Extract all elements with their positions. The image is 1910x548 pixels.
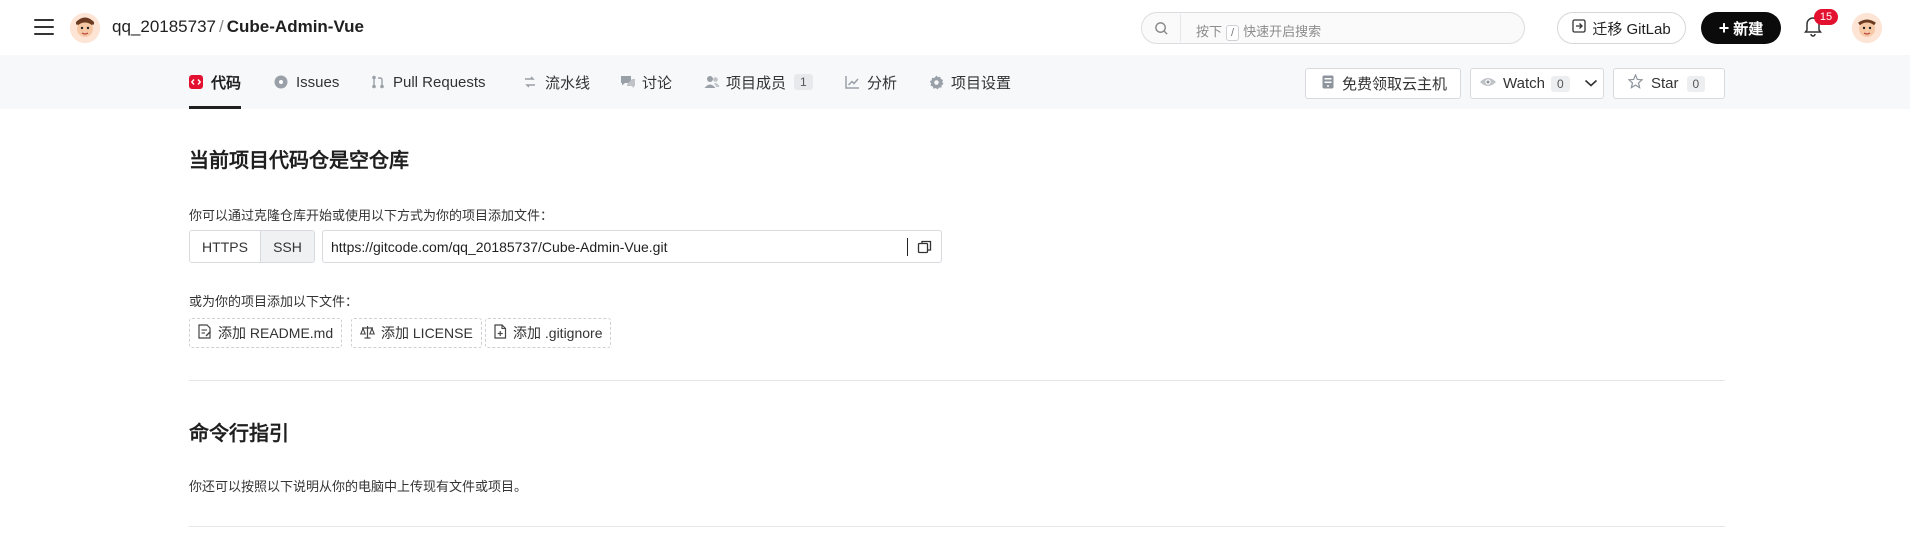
- tab-pipelines-label: 流水线: [545, 74, 591, 92]
- cli-guide-description: 你还可以按照以下说明从你的电脑中上传现有文件或项目。: [189, 479, 528, 494]
- tab-settings-label: 项目设置: [951, 74, 1012, 92]
- tab-discussions[interactable]: 讨论: [620, 55, 672, 109]
- tab-pull-requests[interactable]: Pull Requests: [371, 55, 486, 109]
- tab-pull-requests-label: Pull Requests: [393, 73, 486, 91]
- protocol-https-button[interactable]: HTTPS: [190, 231, 260, 262]
- pull-request-icon: [371, 75, 385, 89]
- pipeline-icon: [523, 75, 537, 89]
- breadcrumb-separator: /: [219, 17, 224, 36]
- scale-icon: [359, 325, 376, 342]
- search-placeholder: 按下 / 快速开启搜索: [1196, 24, 1322, 41]
- user-avatar[interactable]: [1852, 13, 1882, 43]
- text-cursor: [907, 238, 908, 256]
- chevron-down-icon[interactable]: [1584, 75, 1598, 92]
- repo-tab-bar: 代码 Issues Pull Requests 流水线 讨论 项目成员 1 分析…: [0, 55, 1910, 109]
- plus-icon: +: [1718, 18, 1730, 38]
- members-count-badge: 1: [794, 74, 813, 90]
- tab-members[interactable]: 项目成员 1: [704, 55, 813, 109]
- search-shortcut-key: /: [1226, 25, 1240, 41]
- import-icon: [1572, 19, 1586, 37]
- clone-url-field[interactable]: https://gitcode.com/qq_20185737/Cube-Adm…: [322, 230, 942, 263]
- tab-analytics[interactable]: 分析: [845, 55, 897, 109]
- search-input[interactable]: 按下 / 快速开启搜索: [1141, 12, 1525, 44]
- tab-issues-label: Issues: [296, 73, 340, 91]
- watch-label: Watch: [1503, 75, 1545, 92]
- document-edit-icon: [198, 324, 212, 342]
- tab-code-label: 代码: [211, 74, 242, 92]
- clone-url-value: https://gitcode.com/qq_20185737/Cube-Adm…: [331, 239, 668, 255]
- menu-icon[interactable]: [34, 17, 54, 37]
- star-label: Star: [1651, 75, 1679, 92]
- watch-button[interactable]: Watch 0: [1470, 68, 1604, 99]
- free-cloud-host-button[interactable]: 免费领取云主机: [1305, 68, 1461, 99]
- section-divider: [189, 380, 1725, 381]
- star-count-badge: 0: [1686, 75, 1706, 92]
- add-gitignore-button[interactable]: 添加 .gitignore: [485, 318, 612, 348]
- cli-guide-title: 命令行指引: [189, 423, 289, 445]
- copy-icon[interactable]: [917, 239, 933, 255]
- breadcrumb: qq_20185737/Cube-Admin-Vue: [112, 17, 364, 37]
- tab-issues[interactable]: Issues: [274, 55, 339, 109]
- tab-settings[interactable]: 项目设置: [929, 55, 1011, 109]
- discussion-icon: [620, 75, 635, 89]
- tab-pipelines[interactable]: 流水线: [523, 55, 590, 109]
- tab-members-label: 项目成员: [726, 74, 787, 92]
- breadcrumb-owner[interactable]: qq_20185737: [112, 17, 216, 36]
- empty-repo-title: 当前项目代码仓是空仓库: [189, 150, 409, 172]
- new-button-label: 新建: [1733, 20, 1764, 38]
- section-divider: [189, 526, 1725, 527]
- add-gitignore-label: 添加 .gitignore: [513, 325, 603, 341]
- issues-icon: [274, 75, 288, 89]
- add-readme-label: 添加 README.md: [218, 325, 334, 341]
- tab-discussions-label: 讨论: [642, 74, 673, 92]
- eye-icon: [1479, 75, 1497, 93]
- search-icon: [1154, 21, 1169, 40]
- tab-code[interactable]: 代码: [189, 55, 242, 109]
- members-icon: [704, 75, 720, 89]
- file-add-icon: [494, 324, 507, 342]
- add-license-button[interactable]: 添加 LICENSE: [351, 318, 482, 348]
- code-icon: [189, 75, 203, 89]
- migrate-gitlab-button[interactable]: 迁移 GitLab: [1557, 12, 1686, 44]
- watch-count-badge: 0: [1550, 75, 1570, 92]
- migrate-gitlab-label: 迁移 GitLab: [1592, 20, 1671, 38]
- star-icon: [1627, 73, 1644, 93]
- add-license-label: 添加 LICENSE: [381, 325, 473, 341]
- free-cloud-host-label: 免费领取云主机: [1342, 76, 1448, 93]
- protocol-ssh-button[interactable]: SSH: [260, 231, 314, 262]
- search-divider: [1180, 14, 1181, 42]
- star-button[interactable]: Star 0: [1613, 68, 1725, 99]
- notification-count-badge: 15: [1814, 9, 1838, 25]
- tab-analytics-label: 分析: [867, 74, 898, 92]
- top-navbar: qq_20185737/Cube-Admin-Vue 按下 / 快速开启搜索 迁移 …: [0, 0, 1910, 55]
- owner-avatar[interactable]: [70, 13, 100, 43]
- settings-icon: [929, 75, 944, 90]
- clone-protocol-toggle: HTTPS SSH: [189, 230, 315, 263]
- empty-repo-intro: 你可以通过克隆仓库开始或使用以下方式为你的项目添加文件：: [189, 208, 554, 223]
- analytics-icon: [845, 75, 859, 89]
- breadcrumb-repo[interactable]: Cube-Admin-Vue: [227, 17, 364, 36]
- add-files-label: 或为你的项目添加以下文件：: [189, 294, 359, 309]
- server-icon: [1322, 75, 1334, 93]
- new-button[interactable]: + 新建: [1701, 12, 1781, 44]
- add-readme-button[interactable]: 添加 README.md: [189, 318, 343, 348]
